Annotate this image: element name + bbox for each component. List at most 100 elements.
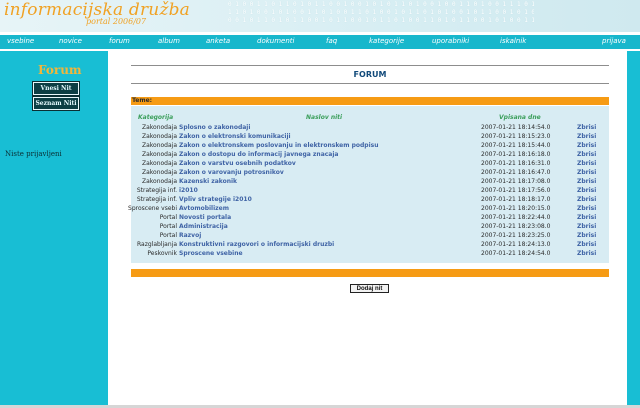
page-title: FORUM — [353, 70, 387, 79]
table-row: Zakonodaja Zakon o elektronski komunikaci… — [131, 132, 609, 141]
row-date: 2007-01-21 18:16:47.0 — [481, 169, 551, 176]
nav-item-faq[interactable]: faq — [326, 37, 337, 45]
binary-line: 0 1 0 0 1 1 0 1 1 0 1 0 1 1 0 0 1 0 0 1 … — [228, 1, 534, 8]
row-delete-link[interactable]: Zbrisi — [577, 141, 596, 150]
row-thread-title-link[interactable]: Zakon o varstvu osebnih podatkov — [179, 159, 296, 168]
topics-footer-bar — [131, 269, 609, 277]
table-row: Zakonodaja Zakon o varstvu osebnih podatk… — [131, 159, 609, 168]
row-delete-link[interactable]: Zbrisi — [577, 204, 596, 213]
row-date: 2007-01-21 18:15:44.0 — [481, 142, 551, 149]
row-thread-title-link[interactable]: Kazenski zakonik — [179, 177, 237, 186]
column-header-date: Vpisana dne — [499, 114, 541, 121]
row-thread-title-link[interactable]: Konstruktivni razgovori o informacijski … — [179, 240, 334, 249]
row-category: Sproscene vsebi — [128, 205, 177, 212]
row-date: 2007-01-21 18:23:08.0 — [481, 223, 551, 230]
nav-item-vsebine[interactable]: vsebine — [7, 37, 34, 45]
row-thread-title-link[interactable]: Avtomobilizem — [179, 204, 229, 213]
table-row: Razglabljanja Konstruktivni razgovori o i… — [131, 240, 609, 249]
thread-list-button[interactable]: Seznam Niti — [32, 96, 80, 111]
row-thread-title-link[interactable]: Zakon o elektronskem poslovanju in elekt… — [179, 141, 379, 150]
table-row: Sproscene vsebi Avtomobilizem 2007-01-21 1… — [128, 204, 609, 213]
row-category: Zakonodaja — [141, 169, 177, 176]
table-row: Zakonodaja Zakon o elektronskem poslovanj… — [131, 141, 609, 150]
row-thread-title-link[interactable]: Sproscene vsebine — [179, 249, 243, 258]
nav-item-dokumenti[interactable]: dokumenti — [257, 37, 294, 45]
table-row: Zakonodaja Zakon o varovanju potrosnikov 2… — [131, 168, 609, 177]
row-thread-title-link[interactable]: i2010 — [179, 186, 198, 195]
row-thread-title-link[interactable]: Novosti portala — [179, 213, 231, 222]
row-category: Strategija inf. — [136, 187, 177, 194]
row-delete-link[interactable]: Zbrisi — [577, 231, 596, 240]
nav-item-prijava[interactable]: prijava — [602, 37, 626, 45]
threads-table: Kategorija Naslov niti Vpisana dne Zakon… — [128, 106, 609, 263]
row-category: Zakonodaja — [141, 124, 177, 131]
sidebar-title: Forum — [38, 63, 82, 77]
binary-line: 0 0 1 0 1 1 0 1 0 1 1 0 0 1 0 1 1 0 0 1 … — [228, 17, 534, 24]
row-category: Zakonodaja — [141, 178, 177, 185]
row-category: Portal — [159, 232, 177, 239]
row-date: 2007-01-21 18:23:25.0 — [481, 232, 551, 239]
main-nav: vsebine novice forum album anketa dokume… — [0, 35, 640, 49]
table-row: Portal Administracija 2007-01-21 18:23:08.… — [131, 222, 609, 231]
row-date: 2007-01-21 18:20:15.0 — [481, 205, 551, 212]
row-thread-title-link[interactable]: Razvoj — [179, 231, 201, 240]
site-logo-subtitle: portal 2006/07 — [86, 17, 147, 26]
binary-decoration: 0 1 0 0 1 1 0 1 1 0 1 0 1 1 0 0 1 0 0 1 … — [228, 1, 534, 25]
table-row: Zakonodaja Kazenski zakonik 2007-01-21 18:… — [131, 177, 609, 186]
nav-item-anketa[interactable]: anketa — [206, 37, 230, 45]
nav-item-forum[interactable]: forum — [109, 37, 130, 45]
nav-item-iskalnik[interactable]: iskalnik — [500, 37, 526, 45]
nav-item-novice[interactable]: novice — [59, 37, 82, 45]
row-delete-link[interactable]: Zbrisi — [577, 240, 596, 249]
row-thread-title-link[interactable]: Zakon o varovanju potrosnikov — [179, 168, 284, 177]
right-border-strip — [627, 51, 640, 408]
row-thread-title-link[interactable]: Zakon o dostopu do informacij javnega zn… — [179, 150, 338, 159]
row-delete-link[interactable]: Zbrisi — [577, 132, 596, 141]
row-delete-link[interactable]: Zbrisi — [577, 150, 596, 159]
row-thread-title-link[interactable]: Splosno o zakonodaji — [179, 123, 250, 132]
table-row: Strategija inf. i2010 2007-01-21 18:17:56.… — [131, 186, 609, 195]
row-delete-link[interactable]: Zbrisi — [577, 195, 596, 204]
login-status: Niste prijavljeni — [5, 150, 62, 158]
table-row: Peskovnik Sproscene vsebine 2007-01-21 18:… — [131, 249, 609, 258]
sidebar: Forum Vnesi Nit Seznam Niti Niste prijav… — [0, 51, 108, 408]
row-delete-link[interactable]: Zbrisi — [577, 213, 596, 222]
nav-item-kategorije[interactable]: kategorije — [369, 37, 404, 45]
row-thread-title-link[interactable]: Administracija — [179, 222, 228, 231]
row-date: 2007-01-21 18:14:54.0 — [481, 124, 551, 131]
column-header-title: Naslov niti — [306, 114, 343, 121]
topics-label: Teme: — [132, 97, 153, 104]
nav-item-album[interactable]: album — [158, 37, 180, 45]
topics-header-bar: Teme: — [131, 97, 609, 105]
row-category: Zakonodaja — [141, 133, 177, 140]
row-delete-link[interactable]: Zbrisi — [577, 123, 596, 132]
row-category: Portal — [159, 214, 177, 221]
table-row: Zakonodaja Zakon o dostopu do informacij … — [131, 150, 609, 159]
row-thread-title-link[interactable]: Vpliv strategije i2010 — [179, 195, 252, 204]
row-date: 2007-01-21 18:22:44.0 — [481, 214, 551, 221]
site-header: informacijska družba portal 2006/07 0 1 … — [0, 0, 640, 32]
table-row: Zakonodaja Splosno o zakonodaji 2007-01-21… — [131, 123, 609, 132]
row-delete-link[interactable]: Zbrisi — [577, 186, 596, 195]
row-date: 2007-01-21 18:18:17.0 — [481, 196, 551, 203]
row-date: 2007-01-21 18:24:54.0 — [481, 250, 551, 257]
row-delete-link[interactable]: Zbrisi — [577, 249, 596, 258]
row-delete-link[interactable]: Zbrisi — [577, 177, 596, 186]
new-thread-button[interactable]: Vnesi Nit — [32, 81, 80, 96]
divider — [131, 65, 609, 66]
row-date: 2007-01-21 18:24:13.0 — [481, 241, 551, 248]
row-delete-link[interactable]: Zbrisi — [577, 168, 596, 177]
row-date: 2007-01-21 18:17:08.0 — [481, 178, 551, 185]
divider — [131, 83, 609, 84]
binary-line: 1 1 0 1 0 0 1 0 1 0 0 1 1 0 1 0 0 1 1 0 … — [228, 9, 534, 16]
row-thread-title-link[interactable]: Zakon o elektronski komunikaciji — [179, 132, 291, 141]
nav-item-uporabniki[interactable]: uporabniki — [432, 37, 469, 45]
row-date: 2007-01-21 18:16:31.0 — [481, 160, 551, 167]
row-category: Razglabljanja — [137, 241, 177, 248]
row-delete-link[interactable]: Zbrisi — [577, 159, 596, 168]
column-header-category: Kategorija — [138, 114, 174, 121]
add-thread-button[interactable]: Dodaj nit — [350, 284, 389, 293]
row-category: Zakonodaja — [141, 142, 177, 149]
row-delete-link[interactable]: Zbrisi — [577, 222, 596, 231]
row-category: Zakonodaja — [141, 160, 177, 167]
